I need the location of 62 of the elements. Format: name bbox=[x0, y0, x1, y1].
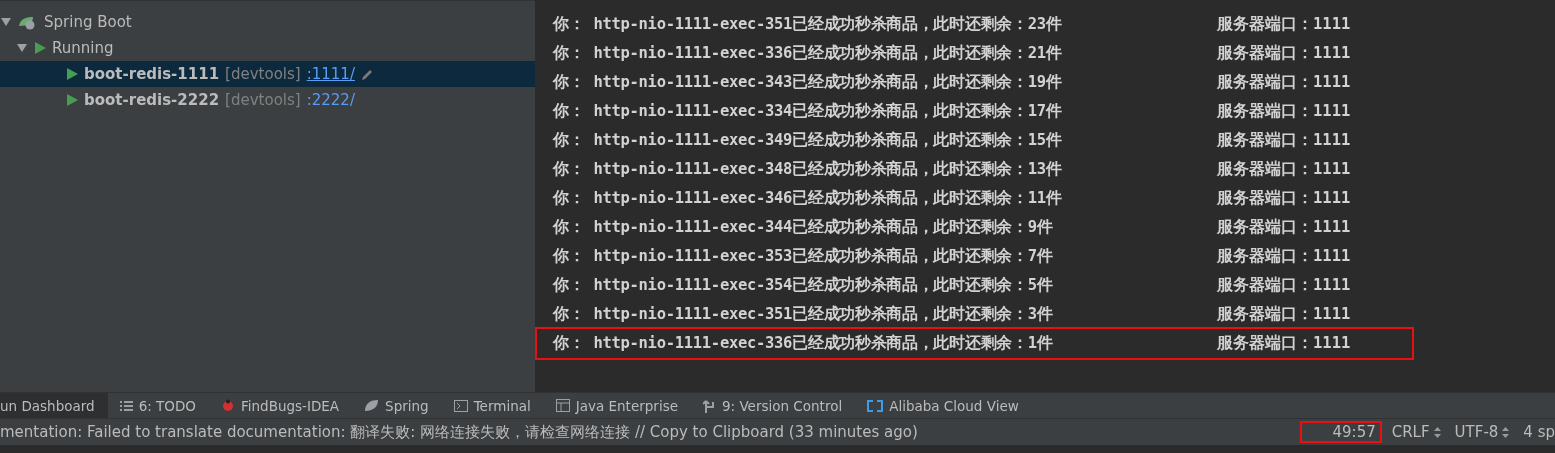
run-icon bbox=[66, 68, 78, 80]
console-message: 你： http-nio-1111-exec-351已经成功秒杀商品，此时还剩余：23件 bbox=[553, 14, 1063, 35]
tool-window-tab[interactable]: Spring bbox=[364, 393, 442, 418]
pencil-icon[interactable] bbox=[360, 67, 374, 81]
tool-window-tab[interactable]: Terminal bbox=[453, 393, 544, 418]
console-message: 你： http-nio-1111-exec-336已经成功秒杀商品，此时还剩余：21件 bbox=[553, 43, 1063, 64]
expand-arrow-icon[interactable] bbox=[0, 16, 12, 28]
console-port: 服务器端口：1111 bbox=[1217, 14, 1351, 35]
app-name: boot-redis-1111 bbox=[84, 65, 220, 83]
sort-arrows-icon bbox=[1433, 426, 1441, 438]
console-message: 你： http-nio-1111-exec-354已经成功秒杀商品，此时还剩余：5件 bbox=[553, 275, 1054, 296]
sort-arrows-icon bbox=[1502, 426, 1510, 438]
list-icon bbox=[119, 399, 133, 412]
bug-icon bbox=[221, 399, 235, 412]
console-message: 你： http-nio-1111-exec-336已经成功秒杀商品，此时还剩余：1件 bbox=[553, 333, 1054, 354]
app-tag: [devtools] bbox=[225, 65, 301, 83]
tool-window-tab[interactable]: 6: TODO bbox=[119, 393, 209, 418]
console-port: 服务器端口：1111 bbox=[1217, 43, 1351, 64]
app-row[interactable]: boot-redis-1111 [devtools] :1111/ bbox=[0, 61, 535, 87]
console-message: 你： http-nio-1111-exec-334已经成功秒杀商品，此时还剩余：17件 bbox=[553, 101, 1063, 122]
run-icon bbox=[34, 42, 46, 54]
console-message: 你： http-nio-1111-exec-351已经成功秒杀商品，此时还剩余：3件 bbox=[553, 304, 1054, 325]
console-message: 你： http-nio-1111-exec-349已经成功秒杀商品，此时还剩余：15件 bbox=[553, 130, 1063, 151]
port-link[interactable]: :1111/ bbox=[306, 65, 355, 83]
app-name: boot-redis-2222 bbox=[84, 91, 220, 109]
console-port: 服务器端口：1111 bbox=[1217, 159, 1351, 180]
status-message: mentation: Failed to translate documentation: 翻译失败: 网络连接失败，请检查网络连接 // Copy to Clipboard (33 minutes ago) bbox=[0, 422, 919, 442]
console-message: 你： http-nio-1111-exec-348已经成功秒杀商品，此时还剩余：13件 bbox=[553, 159, 1063, 180]
console-port: 服务器端口：1111 bbox=[1217, 188, 1351, 209]
line-separator[interactable]: CRLF bbox=[1391, 423, 1430, 441]
console-port: 服务器端口：1111 bbox=[1217, 72, 1351, 93]
console-port: 服务器端口：1111 bbox=[1217, 217, 1351, 238]
console-port: 服务器端口：1111 bbox=[1217, 130, 1351, 151]
run-icon bbox=[66, 94, 78, 106]
tree-node-label[interactable]: Running bbox=[52, 39, 114, 57]
console-port: 服务器端口：1111 bbox=[1217, 101, 1351, 122]
cloud-bracket-icon bbox=[867, 399, 884, 412]
file-encoding[interactable]: UTF-8 bbox=[1454, 423, 1499, 441]
table-icon bbox=[555, 399, 570, 412]
indent-setting[interactable]: 4 sp bbox=[1523, 423, 1555, 441]
terminal-icon bbox=[453, 399, 468, 412]
app-row[interactable]: boot-redis-2222 [devtools] :2222/ bbox=[0, 87, 535, 113]
tool-window-tab[interactable]: Java Enterprise bbox=[555, 393, 691, 418]
tool-window-tab[interactable]: FindBugs-IDEA bbox=[221, 393, 353, 418]
tool-window-tab[interactable]: Alibaba Cloud View bbox=[867, 393, 1032, 418]
console-message: 你： http-nio-1111-exec-346已经成功秒杀商品，此时还剩余：11件 bbox=[553, 188, 1063, 209]
tree-node-label[interactable]: Spring Boot bbox=[44, 13, 132, 31]
console-port: 服务器端口：1111 bbox=[1217, 246, 1351, 267]
leaf-icon bbox=[364, 399, 380, 412]
console-port: 服务器端口：1111 bbox=[1217, 275, 1351, 296]
console-message: 你： http-nio-1111-exec-343已经成功秒杀商品，此时还剩余：19件 bbox=[553, 72, 1063, 93]
branch-icon bbox=[703, 398, 716, 413]
app-tag: [devtools] bbox=[225, 91, 301, 109]
console-message: 你： http-nio-1111-exec-353已经成功秒杀商品，此时还剩余：7件 bbox=[553, 246, 1054, 267]
caret-position[interactable]: 49:57 bbox=[1301, 423, 1380, 441]
tool-window-tab[interactable]: un Dashboard bbox=[0, 393, 108, 418]
console-message: 你： http-nio-1111-exec-344已经成功秒杀商品，此时还剩余：9件 bbox=[553, 217, 1054, 238]
console-port: 服务器端口：1111 bbox=[1217, 333, 1351, 354]
port-link[interactable]: :2222/ bbox=[306, 91, 355, 109]
console-port: 服务器端口：1111 bbox=[1217, 304, 1351, 325]
tool-window-tab[interactable]: 9: Version Control bbox=[703, 393, 856, 418]
expand-arrow-icon[interactable] bbox=[16, 42, 28, 54]
